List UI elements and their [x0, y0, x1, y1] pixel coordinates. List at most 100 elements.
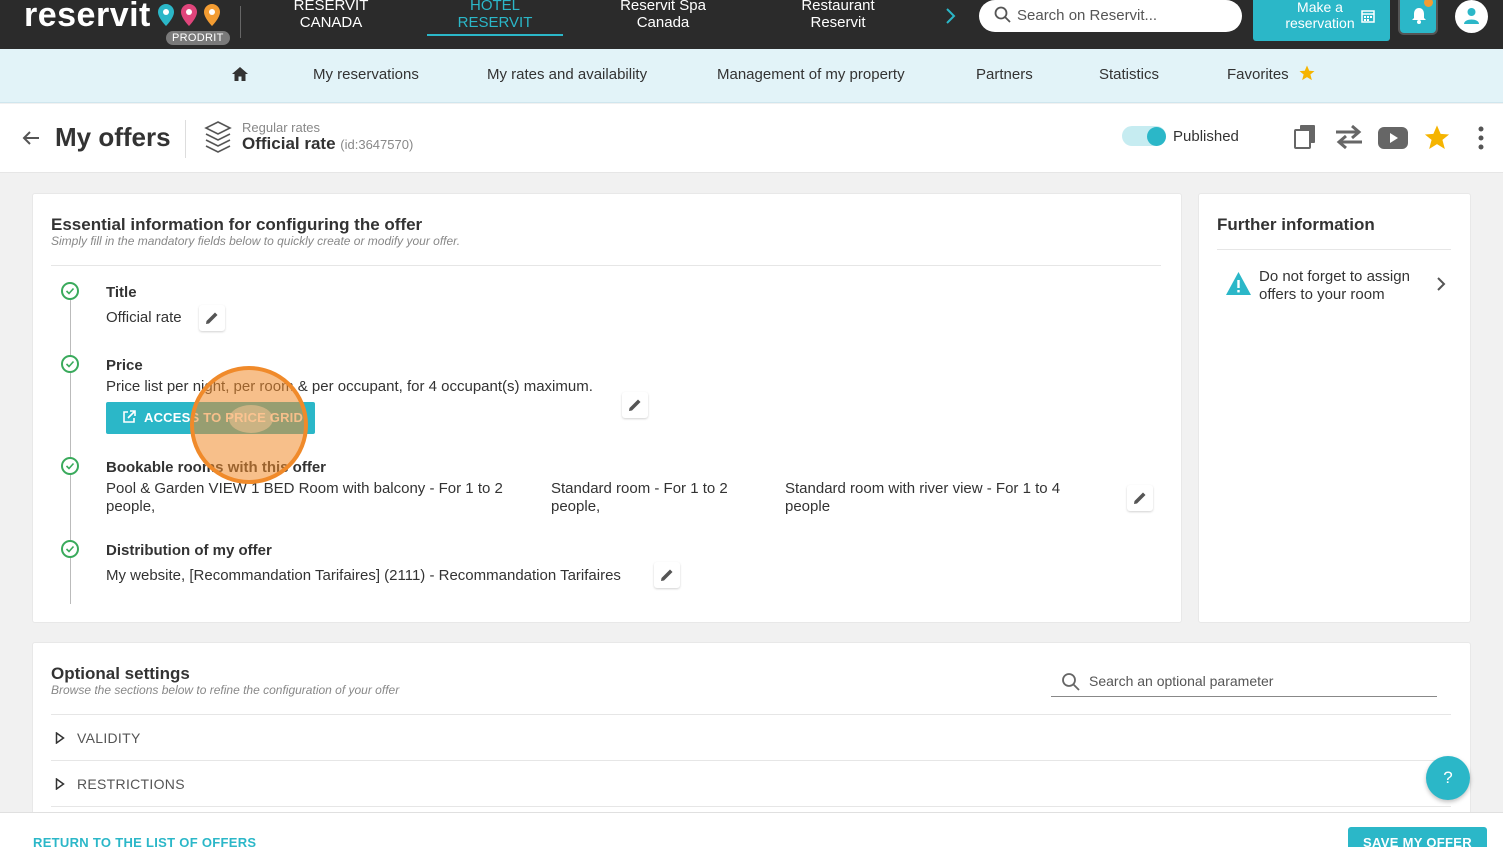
tab-label: Canada: [636, 14, 690, 31]
assign-offers-text: Do not forget to assign offers to your ro…: [1259, 268, 1410, 303]
environment-badge: PRODRIT: [166, 31, 230, 45]
more-options-icon[interactable]: [1477, 126, 1485, 150]
optional-search-placeholder: Search an optional parameter: [1089, 673, 1274, 689]
divider: [51, 265, 1161, 266]
edit-price-button[interactable]: [622, 392, 648, 418]
duplicate-icon[interactable]: [1293, 124, 1317, 150]
step-complete-icon: [61, 540, 79, 558]
tab-label: Restaurant: [801, 0, 875, 14]
nav-my-rates-and-availability[interactable]: My rates and availability: [487, 66, 647, 83]
optional-parameter-search-input[interactable]: Search an optional parameter: [1051, 668, 1437, 697]
tab-label: Reservit Spa: [620, 0, 706, 14]
tab-label: Reservit: [810, 14, 866, 31]
nav-management-of-my-property[interactable]: Management of my property: [717, 66, 905, 83]
page-header: My offers Regular rates Official rate (i…: [0, 104, 1503, 173]
page-title: My offers: [55, 122, 171, 152]
search-icon: [994, 6, 1011, 23]
edit-rooms-button[interactable]: [1127, 485, 1153, 511]
tab-label: RESERVIT: [293, 0, 369, 14]
favorite-star-icon: [1299, 65, 1315, 81]
section-validity[interactable]: VALIDITY: [51, 715, 1451, 761]
distribution-field-value: My website, [Recommandation Tarifaires] …: [106, 567, 621, 584]
pencil-icon: [661, 569, 673, 581]
divider: [240, 6, 241, 38]
user-icon: [1464, 8, 1479, 24]
layers-icon: [204, 121, 232, 153]
calendar-icon: [1361, 10, 1375, 23]
help-button[interactable]: ?: [1426, 756, 1470, 800]
essential-info-subtitle: Simply fill in the mandatory fields belo…: [51, 234, 461, 248]
user-avatar[interactable]: [1455, 0, 1488, 33]
room-item: Pool & Garden VIEW 1 BED Room with balco…: [106, 480, 503, 515]
tab-reservit-canada[interactable]: RESERVIT CANADA: [287, 0, 375, 31]
divider: [185, 120, 186, 158]
further-info-title: Further information: [1217, 215, 1375, 234]
nav-favorites[interactable]: Favorites: [1227, 66, 1289, 83]
steps-timeline: [70, 298, 71, 604]
notifications-button[interactable]: [1398, 0, 1438, 35]
distribution-field-label: Distribution of my offer: [106, 542, 272, 559]
tab-restaurant-reservit[interactable]: Restaurant Reservit: [788, 0, 888, 31]
logo-pins-icon: [158, 4, 220, 26]
room-item: Standard room - For 1 to 2 people,: [551, 480, 728, 515]
pencil-icon: [1134, 492, 1146, 504]
chevron-right-icon: [1437, 277, 1446, 291]
tab-hotel-reservit[interactable]: HOTEL RESERVIT: [447, 0, 543, 31]
section-restrictions-label: RESTRICTIONS: [77, 776, 185, 792]
section-validity-label: VALIDITY: [77, 730, 141, 746]
pencil-icon: [629, 399, 641, 411]
tab-reservit-spa-canada[interactable]: Reservit Spa Canada: [611, 0, 715, 31]
home-icon[interactable]: [231, 66, 249, 82]
optional-settings-subtitle: Browse the sections below to refine the …: [51, 683, 400, 697]
video-icon[interactable]: [1378, 127, 1408, 149]
room-item: Standard room with river view - For 1 to…: [785, 480, 1061, 515]
rate-category: Regular rates: [242, 120, 321, 135]
nav-partners[interactable]: Partners: [976, 66, 1033, 83]
make-reservation-button[interactable]: Make a reservation: [1253, 0, 1390, 41]
warning-icon: [1226, 272, 1251, 295]
search-placeholder: Search on Reservit...: [1017, 7, 1158, 24]
top-bar: reservit PRODRIT RESERVIT CANADA HOTEL R…: [0, 0, 1503, 49]
rate-id: (id:3647570): [340, 137, 414, 152]
make-reservation-label: Make a reservation: [1285, 0, 1355, 31]
external-link-icon: [123, 410, 136, 423]
tab-label: RESERVIT: [457, 14, 533, 31]
essential-info-title: Essential information for configuring th…: [51, 215, 423, 234]
footer-bar: RETURN TO THE LIST OF OFFERS SAVE MY OFF…: [0, 812, 1503, 847]
divider: [1217, 249, 1451, 250]
caret-right-icon: [55, 732, 65, 744]
tab-label: CANADA: [299, 14, 363, 31]
step-complete-icon: [61, 457, 79, 475]
favorite-star-icon[interactable]: [1422, 123, 1452, 152]
assign-offers-notice[interactable]: Do not forget to assign offers to your ro…: [1225, 268, 1455, 304]
pencil-icon: [206, 312, 218, 324]
further-info-card: [1198, 193, 1471, 623]
published-toggle[interactable]: [1122, 126, 1166, 146]
step-complete-icon: [61, 355, 79, 373]
toggle-knob: [1147, 127, 1166, 146]
back-arrow-icon[interactable]: [22, 130, 40, 146]
section-restrictions[interactable]: RESTRICTIONS: [51, 761, 1451, 807]
search-icon: [1062, 673, 1080, 691]
step-complete-icon: [61, 282, 79, 300]
main-navigation: My reservations My rates and availabilit…: [0, 49, 1503, 103]
published-label: Published: [1173, 128, 1239, 145]
title-field-label: Title: [106, 284, 137, 301]
global-search-input[interactable]: Search on Reservit...: [979, 0, 1242, 32]
optional-settings-title: Optional settings: [51, 664, 190, 683]
click-highlight-center: [229, 405, 273, 433]
nav-my-reservations[interactable]: My reservations: [313, 66, 419, 83]
return-to-offers-link[interactable]: RETURN TO THE LIST OF OFFERS: [33, 835, 256, 847]
swap-icon[interactable]: [1334, 124, 1364, 150]
edit-distribution-button[interactable]: [654, 562, 680, 588]
save-offer-button[interactable]: SAVE MY OFFER: [1348, 827, 1487, 847]
logo-text: reservit: [24, 0, 151, 34]
tabs-next-arrow-icon[interactable]: [944, 6, 958, 26]
price-field-value: Price list per night, per room & per occ…: [106, 378, 593, 395]
rate-name: Official rate (id:3647570): [242, 134, 414, 153]
edit-title-button[interactable]: [199, 305, 225, 331]
title-field-value: Official rate: [106, 309, 182, 326]
nav-statistics[interactable]: Statistics: [1099, 66, 1159, 83]
bell-icon: [1412, 8, 1426, 24]
active-tab-indicator: [427, 34, 563, 36]
